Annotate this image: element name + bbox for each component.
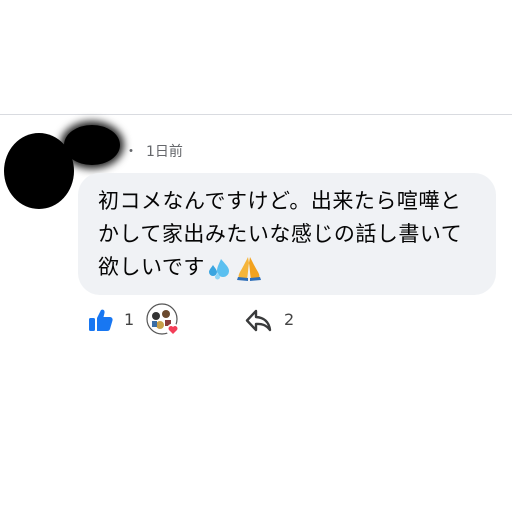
comment-body: 初コメなんですけど。出来たら喧嘩とかして家出みたいな感じの話し書いて欲しいです — [98, 185, 476, 284]
comment-meta: ・ 1日前 — [124, 141, 183, 161]
commenter-name[interactable] — [64, 125, 120, 165]
share-count: 2 — [284, 310, 295, 329]
comment-text: 初コメなんですけど。出来たら喧嘩とかして家出みたいな感じの話し書いて欲しいです — [98, 189, 463, 279]
folded-hands-icon — [236, 257, 261, 281]
comment-actions: 1 2 — [88, 303, 408, 337]
like-icon[interactable] — [88, 307, 114, 333]
comment-bubble: 初コメなんですけど。出来たら喧嘩とかして家出みたいな感じの話し書いて欲しいです — [78, 173, 496, 295]
comment-timestamp[interactable]: 1日前 — [146, 144, 183, 160]
heart-icon — [166, 323, 180, 337]
reactor-avatar[interactable] — [146, 303, 180, 337]
meta-separator: ・ — [124, 144, 138, 160]
share-icon[interactable] — [244, 307, 274, 335]
comment-card: ・ 1日前 初コメなんですけど。出来たら喧嘩とかして家出みたいな感じの話し書いて欲… — [0, 114, 512, 347]
sweat-droplets-icon — [208, 259, 229, 280]
like-count: 1 — [124, 310, 135, 329]
